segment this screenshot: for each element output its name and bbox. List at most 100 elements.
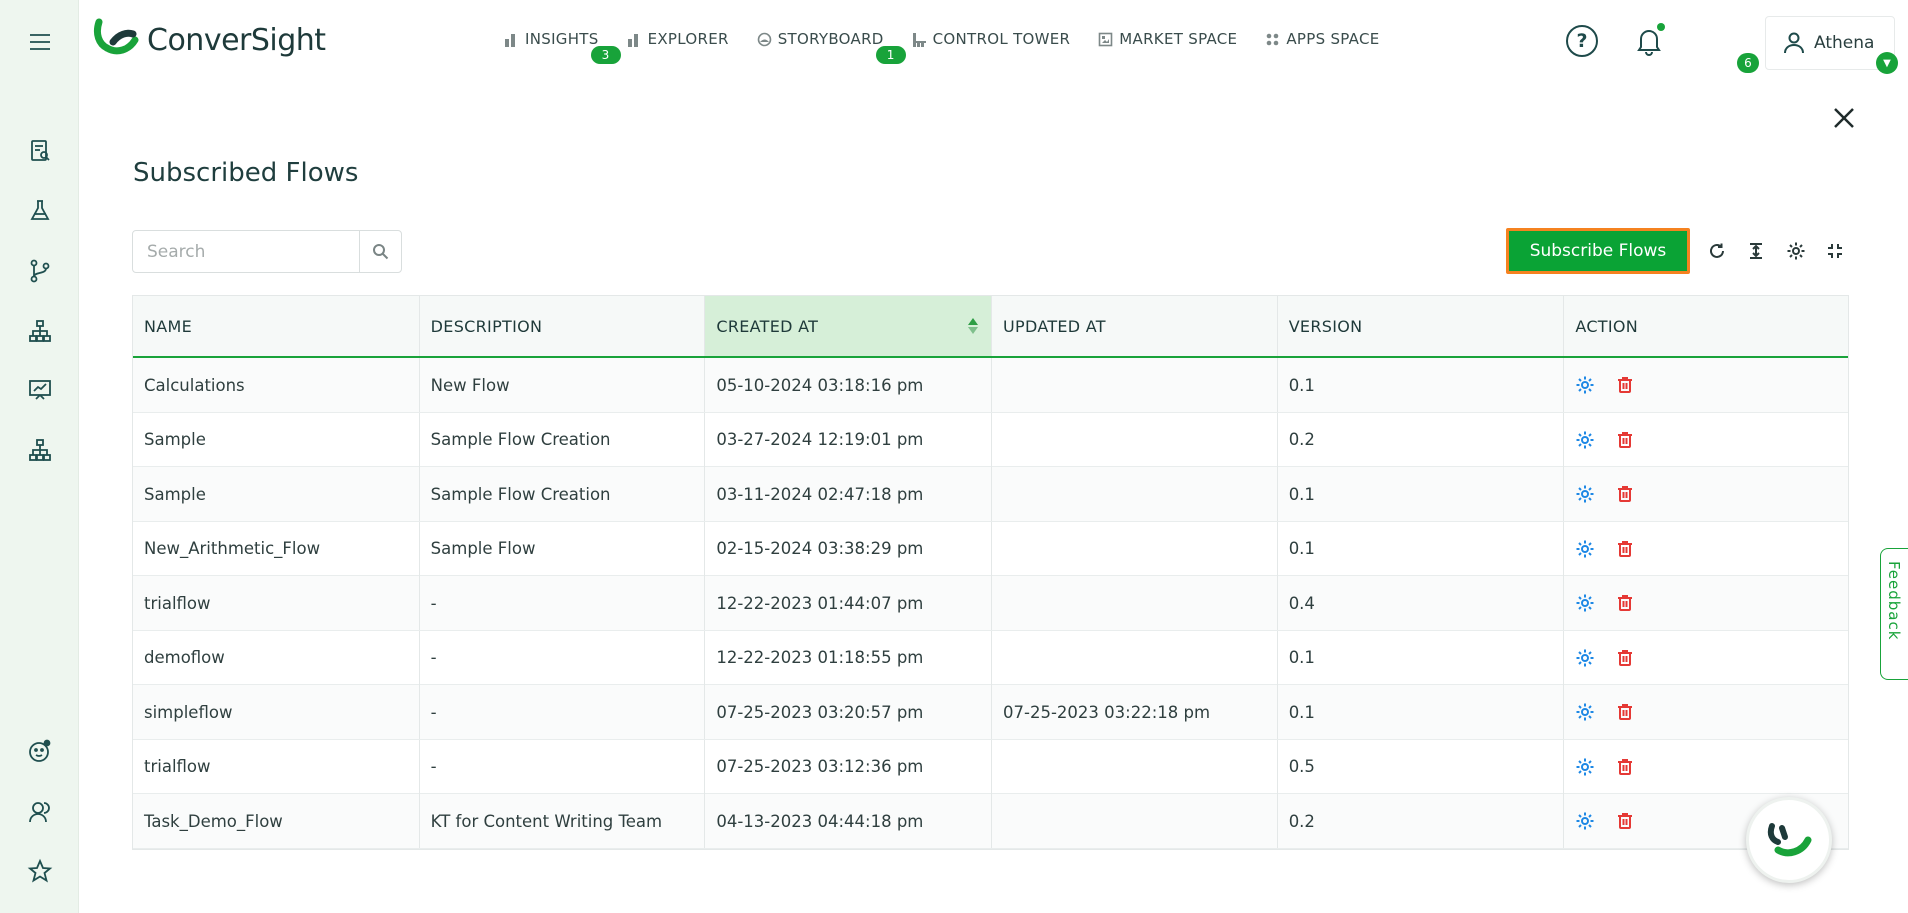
settings-gear-icon[interactable] [1575, 757, 1595, 777]
delete-trash-icon[interactable] [1615, 648, 1635, 668]
fullscreen-exit-icon[interactable] [1824, 240, 1846, 262]
delete-trash-icon[interactable] [1615, 702, 1635, 722]
nav-label: CONTROL TOWER [932, 30, 1071, 48]
column-header-description[interactable]: DESCRIPTION [420, 296, 706, 356]
cell-description: Sample Flow Creation [420, 467, 706, 521]
help-button[interactable]: ? [1566, 25, 1598, 57]
top-navbar: ConverSight INSIGHTS 3 EXPLORER STORYBOA… [79, 0, 1908, 84]
gear-icon[interactable] [1785, 240, 1807, 262]
organization-icon[interactable] [26, 436, 54, 464]
cell-created-at: 03-11-2024 02:47:18 pm [705, 467, 993, 521]
nav-label: STORYBOARD [777, 30, 884, 48]
cell-action [1564, 631, 1848, 685]
settings-gear-icon[interactable] [1575, 484, 1595, 504]
search-input[interactable] [133, 231, 359, 272]
hamburger-menu-icon[interactable] [26, 28, 54, 56]
notification-count-badge: 6 [1737, 53, 1759, 73]
control-tower-icon [912, 32, 926, 47]
column-header-version[interactable]: VERSION [1278, 296, 1565, 356]
flows-table: NAME DESCRIPTION CREATED AT UPDATED AT V… [132, 295, 1849, 850]
cell-created-at: 04-13-2023 04:44:18 pm [705, 794, 993, 848]
settings-gear-icon[interactable] [1575, 430, 1595, 450]
cell-action [1564, 522, 1848, 576]
search-button[interactable] [359, 231, 401, 272]
settings-gear-icon[interactable] [1575, 539, 1595, 559]
delete-trash-icon[interactable] [1615, 593, 1635, 613]
storyboard-badge: 1 [875, 46, 906, 64]
flask-icon[interactable] [26, 197, 54, 225]
nav-market-space[interactable]: MARKET SPACE [1098, 30, 1237, 48]
flow-branch-icon[interactable] [26, 257, 54, 285]
cell-created-at: 03-27-2024 12:19:01 pm [705, 412, 993, 467]
cell-updated-at [992, 739, 1278, 794]
conversight-logo-icon [93, 18, 139, 55]
settings-gear-icon[interactable] [1575, 593, 1595, 613]
feedback-tab[interactable]: Feedback [1880, 548, 1908, 680]
table-row[interactable]: trialflow -12-22-2023 01:44:07 pm 0.4 [133, 576, 1848, 631]
nav-explorer[interactable]: EXPLORER [627, 30, 729, 48]
delete-trash-icon[interactable] [1615, 757, 1635, 777]
assistant-chat-button[interactable] [1746, 797, 1832, 883]
column-header-created-at[interactable]: CREATED AT [705, 296, 993, 356]
table-body: Calculations New Flow 05-10-2024 03:18:16 … [133, 358, 1848, 849]
cell-version: 0.1 [1278, 467, 1565, 521]
main-nav: INSIGHTS 3 EXPLORER STORYBOARD 1 CONTROL… [504, 30, 1408, 64]
cell-description: - [420, 576, 706, 630]
cell-name: New_Arithmetic_Flow [133, 521, 420, 576]
nav-insights[interactable]: INSIGHTS 3 [504, 30, 621, 64]
bot-face-icon[interactable] [26, 737, 54, 765]
table-row[interactable]: Task_Demo_Flow KT for Content Writing Tea… [133, 794, 1848, 849]
table-row[interactable]: New_Arithmetic_Flow Sample Flow 02-15-2024… [133, 521, 1848, 576]
column-header-updated-at[interactable]: UPDATED AT [992, 296, 1278, 356]
bar-chart-icon [505, 33, 515, 47]
cell-created-at: 05-10-2024 03:18:16 pm [705, 358, 993, 412]
delete-trash-icon[interactable] [1615, 430, 1635, 450]
row-height-icon[interactable] [1745, 240, 1767, 262]
delete-trash-icon[interactable] [1615, 811, 1635, 831]
notification-bell-icon[interactable] [1635, 26, 1663, 60]
cell-created-at: 07-25-2023 03:20:57 pm [705, 685, 993, 739]
table-row[interactable]: Calculations New Flow 05-10-2024 03:18:16 … [133, 358, 1848, 413]
search-box [132, 230, 402, 273]
star-icon[interactable] [26, 857, 54, 885]
settings-gear-icon[interactable] [1575, 375, 1595, 395]
hierarchy-icon[interactable] [26, 317, 54, 345]
cell-created-at: 12-22-2023 01:18:55 pm [705, 630, 993, 685]
storyboard-icon [757, 32, 772, 46]
cell-updated-at: 07-25-2023 03:22:18 pm [992, 685, 1278, 739]
cell-name: trialflow [133, 739, 420, 794]
cell-version: 0.5 [1278, 739, 1565, 794]
nav-storyboard[interactable]: STORYBOARD 1 [757, 30, 906, 64]
sort-icon[interactable] [967, 316, 979, 336]
nav-label: EXPLORER [647, 30, 729, 48]
presentation-chart-icon[interactable] [26, 376, 54, 404]
cell-updated-at [992, 412, 1278, 467]
nav-control-tower[interactable]: CONTROL TOWER [912, 30, 1071, 48]
report-search-icon[interactable] [26, 137, 54, 165]
feedback-label: Feedback [1885, 561, 1903, 641]
subscribe-flows-button[interactable]: Subscribe Flows [1506, 228, 1690, 274]
settings-gear-icon[interactable] [1575, 811, 1595, 831]
cell-action [1564, 413, 1848, 467]
page-title: Subscribed Flows [133, 158, 359, 188]
chevron-down-icon[interactable]: ▼ [1876, 52, 1898, 74]
brand-logo[interactable]: ConverSight [93, 18, 326, 62]
market-space-icon [1098, 32, 1113, 46]
table-row[interactable]: simpleflow -07-25-2023 03:20:57 pm 07-25-2… [133, 685, 1848, 740]
column-header-name[interactable]: NAME [133, 296, 420, 356]
table-row[interactable]: Sample Sample Flow Creation 03-11-2024 02:… [133, 467, 1848, 522]
nav-apps-space[interactable]: APPS SPACE [1265, 30, 1379, 48]
refresh-icon[interactable] [1706, 240, 1728, 262]
table-row[interactable]: demoflow -12-22-2023 01:18:55 pm 0.1 [133, 630, 1848, 685]
settings-gear-icon[interactable] [1575, 648, 1595, 668]
table-row[interactable]: trialflow -07-25-2023 03:12:36 pm 0.5 [133, 739, 1848, 794]
delete-trash-icon[interactable] [1615, 484, 1635, 504]
cell-description: - [420, 630, 706, 685]
table-row[interactable]: Sample Sample Flow Creation 03-27-2024 12:… [133, 412, 1848, 467]
users-icon[interactable] [26, 798, 54, 826]
delete-trash-icon[interactable] [1615, 375, 1635, 395]
close-button[interactable] [1830, 104, 1858, 132]
delete-trash-icon[interactable] [1615, 539, 1635, 559]
settings-gear-icon[interactable] [1575, 702, 1595, 722]
cell-version: 0.1 [1278, 521, 1565, 576]
